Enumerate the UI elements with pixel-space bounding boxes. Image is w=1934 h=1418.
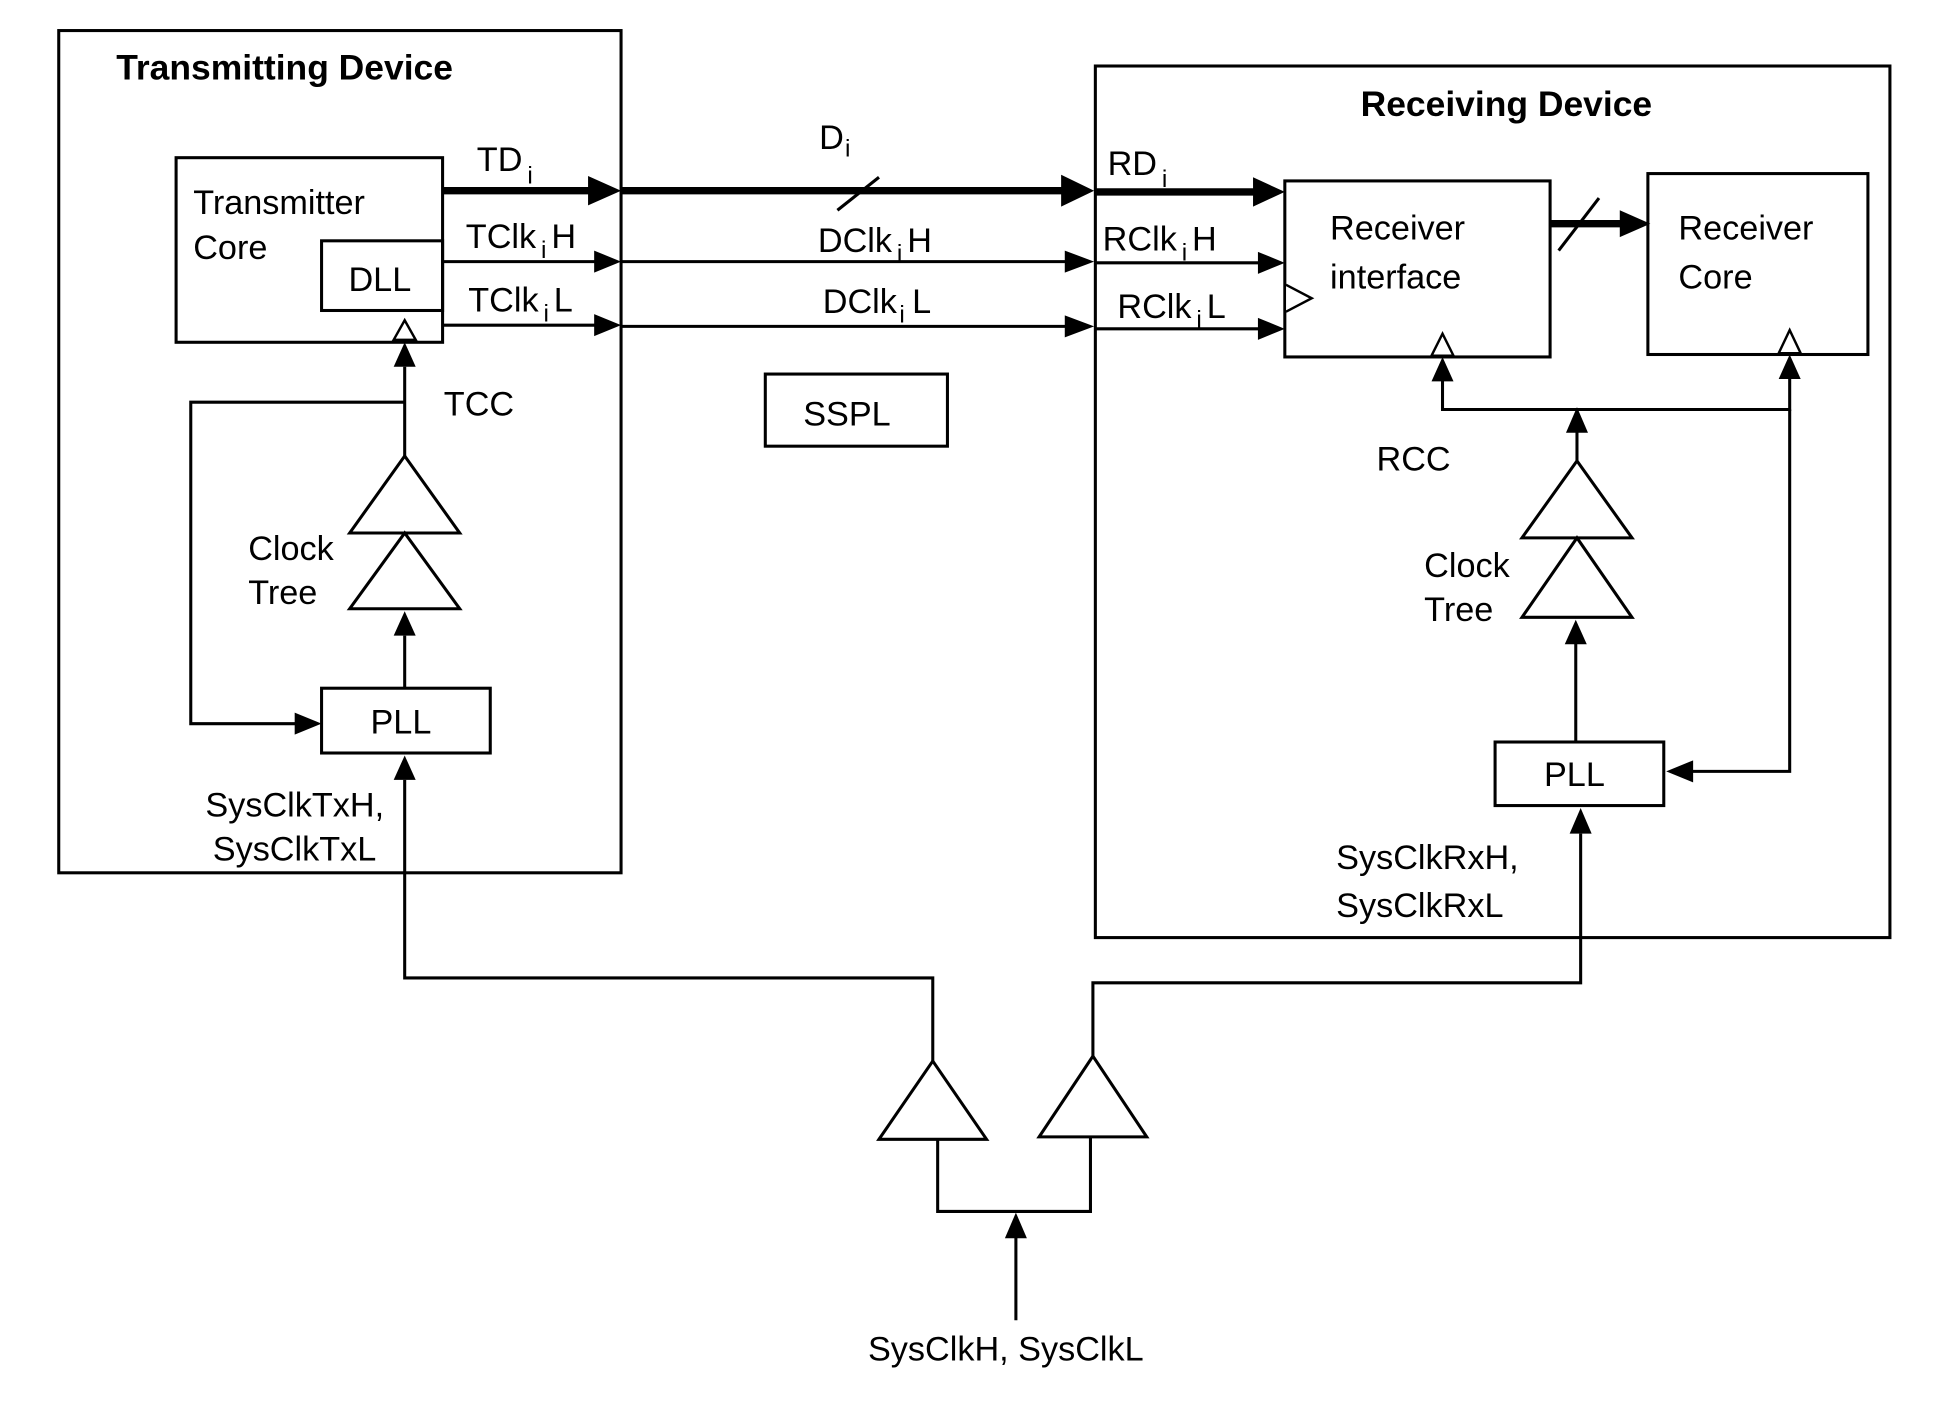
transmitter-core-label-2: Core <box>193 229 267 267</box>
clock-tree-buffer-icon <box>1519 458 1635 540</box>
clock-tree-buffer-icon <box>346 530 463 611</box>
sysclk-buffer-icon <box>1036 1053 1150 1139</box>
rx-pll-label: PLL <box>1544 756 1605 794</box>
tclk-h-label: TClk i H <box>466 218 576 264</box>
rx-clock-tree-label-2: Tree <box>1424 591 1493 629</box>
sysclk-buffer-icon <box>876 1058 990 1141</box>
clock-tree-buffer-icon <box>1519 535 1635 619</box>
rx-pll-input-arrowhead <box>1569 808 1592 834</box>
tclk-h-arrowhead <box>594 250 622 273</box>
transmitting-device: Transmitting Device Transmitter Core DLL… <box>57 29 623 875</box>
link: Di DClk i H DClk i L SSPL <box>621 119 1095 448</box>
transmitter-core-label-1: Transmitter <box>193 184 365 222</box>
receiver-interface-label-2: interface <box>1330 258 1461 296</box>
sysclk-label: SysClkH, SysClkL <box>868 1331 1144 1369</box>
rx-sysclk-label-2: SysClkRxL <box>1336 887 1503 925</box>
tree-input-arrowhead <box>393 611 416 636</box>
rx-interface-clock-arrowhead <box>1431 356 1454 382</box>
transmitter-core: Transmitter Core DLL <box>174 156 445 344</box>
rcc-distribution-wire <box>1440 378 1792 412</box>
tclk-l-arrowhead <box>594 314 622 337</box>
tx-pll-label: PLL <box>370 703 431 741</box>
rclk-h-label: RClk i H <box>1103 221 1217 267</box>
sysclk-input-arrowhead <box>1004 1212 1027 1239</box>
clock-input-icon <box>1429 330 1456 357</box>
tx-sysclk-wire <box>403 779 935 1062</box>
td-label: TD i <box>477 141 533 189</box>
data-bus-arrowhead <box>1061 174 1095 207</box>
receiving-device-frame <box>1093 64 1892 940</box>
clock-distribution-diagram: Transmitting Device Transmitter Core DLL… <box>57 29 1892 1369</box>
clock-input-icon <box>1285 283 1315 313</box>
rx-clock-tree-label-1: Clock <box>1424 547 1510 585</box>
tcc-label: TCC <box>444 386 514 424</box>
clock-input-icon <box>391 317 418 342</box>
clock-input-icon <box>1776 327 1803 355</box>
receiving-device: Receiving Device RD i RClk i H RClk i L Recei… <box>1093 64 1892 940</box>
rx-feedback-arrowhead <box>1666 760 1694 783</box>
rclk-l-label: RClk i L <box>1117 288 1225 334</box>
rd-label: RD i <box>1108 145 1168 193</box>
rcc-label: RCC <box>1377 441 1451 479</box>
rx-feedback-wire <box>1690 409 1792 773</box>
tx-clock-tree-label-1: Clock <box>248 530 334 568</box>
tx-pll-input-arrowhead <box>393 755 416 780</box>
receiver-core: Receiver Core <box>1646 172 1870 357</box>
clock-tree-buffer-icon <box>346 453 463 535</box>
dclk-l-label: DClk i L <box>823 283 931 329</box>
rclk-h-arrowhead <box>1257 251 1285 274</box>
tx-sysclk-label-1: SysClkTxH, <box>205 787 384 825</box>
receiver-interface: Receiver interface <box>1283 179 1552 359</box>
receiving-device-title: Receiving Device <box>1361 84 1653 124</box>
rx-sysclk-label-1: SysClkRxH, <box>1336 839 1519 877</box>
tx-sysclk-label-2: SysClkTxL <box>213 831 377 869</box>
receiver-core-label-2: Core <box>1678 258 1752 296</box>
tx-feedback-arrowhead <box>294 712 322 735</box>
receiver-interface-label-1: Receiver <box>1330 210 1465 248</box>
sysclk-split-wire <box>936 1136 1092 1213</box>
rx-core-clock-arrowhead <box>1778 354 1801 379</box>
dll-label: DLL <box>348 261 411 299</box>
sspl-label: SSPL <box>803 395 891 433</box>
data-label: Di <box>819 119 850 162</box>
dclk-h-arrowhead <box>1064 250 1095 273</box>
tcc-arrowhead <box>393 342 416 367</box>
rd-arrowhead <box>1253 177 1285 207</box>
transmitting-device-title: Transmitting Device <box>116 47 453 87</box>
dclk-l-arrowhead <box>1064 315 1095 338</box>
rx-tree-input-arrowhead <box>1564 619 1587 645</box>
receiver-core-label-1: Receiver <box>1678 210 1813 248</box>
td-arrowhead <box>588 176 622 206</box>
rclk-l-arrowhead <box>1257 317 1285 340</box>
internal-bus-arrowhead <box>1619 210 1651 238</box>
tclk-l-label: TClk i L <box>468 282 573 328</box>
tx-clock-tree-label-2: Tree <box>248 574 317 612</box>
